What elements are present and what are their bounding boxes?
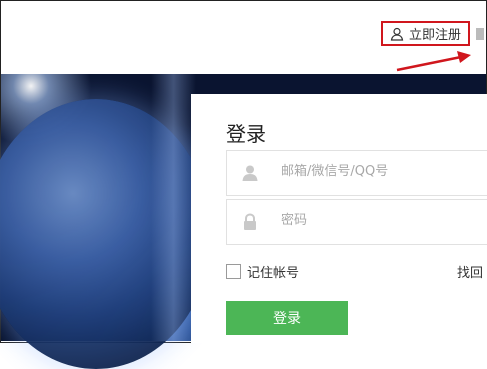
username-field[interactable] (226, 150, 487, 196)
remember-account[interactable]: 记住帐号 (226, 262, 299, 281)
user-icon (390, 27, 404, 41)
login-button[interactable]: 登录 (226, 301, 348, 335)
remember-checkbox[interactable] (226, 264, 241, 279)
register-link[interactable]: 立即注册 (381, 21, 470, 46)
user-icon (242, 165, 258, 181)
arrow-icon (396, 51, 471, 72)
username-input[interactable] (279, 163, 483, 180)
remember-label: 记住帐号 (247, 266, 300, 281)
light-beam (151, 74, 196, 341)
lock-icon (244, 213, 256, 230)
password-field[interactable] (226, 199, 487, 245)
login-title: 登录 (226, 122, 266, 146)
header-edge-item (476, 28, 484, 40)
register-label: 立即注册 (409, 28, 462, 43)
forgot-link[interactable]: 找回 (457, 262, 483, 281)
password-input[interactable] (279, 212, 483, 229)
